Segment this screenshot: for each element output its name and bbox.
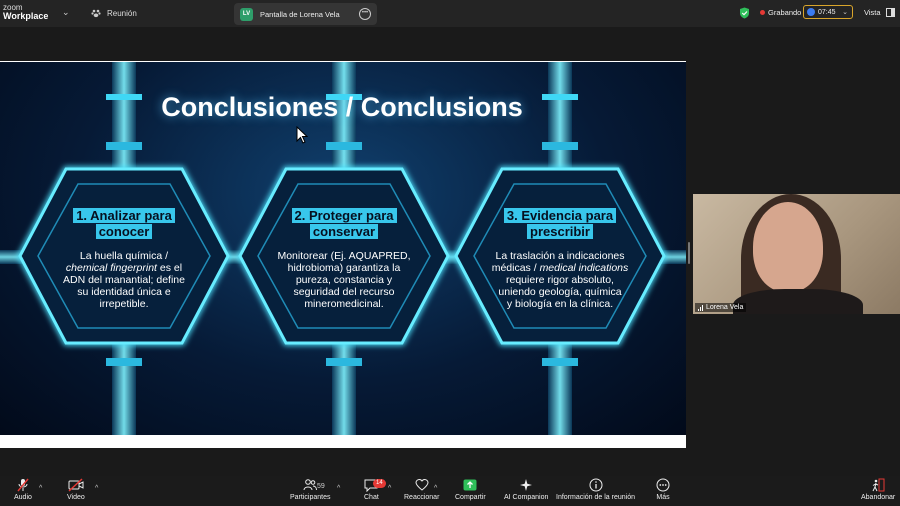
share-tab-label: Pantalla de Lorena Vela bbox=[260, 9, 340, 19]
audio-label: Audio bbox=[14, 494, 32, 501]
sparkle-icon bbox=[520, 479, 533, 491]
ai-companion-label: AI Companion bbox=[504, 494, 549, 501]
participants-options-caret[interactable]: ^ bbox=[337, 485, 340, 492]
card-2-title-line-1: 2. Proteger para bbox=[291, 208, 397, 223]
ai-companion-button[interactable]: AI Companion bbox=[504, 478, 548, 501]
chat-unread-badge: 14 bbox=[373, 479, 386, 488]
recording-label: Grabando bbox=[768, 8, 802, 17]
timer-icon bbox=[807, 8, 815, 16]
presentation-slide: Conclusiones / Conclusions 1. Analizar p… bbox=[0, 62, 686, 435]
card-2-title: 2. Proteger para conservar bbox=[262, 208, 426, 240]
info-icon bbox=[589, 478, 602, 492]
participants-icon bbox=[303, 479, 318, 491]
meeting-tab[interactable]: Reunión bbox=[91, 8, 137, 18]
leave-button[interactable]: Abandonar bbox=[861, 478, 895, 501]
leave-label: Abandonar bbox=[861, 494, 896, 501]
leave-door-icon bbox=[872, 478, 885, 492]
record-dot-icon bbox=[760, 10, 765, 15]
chevron-down-icon[interactable]: ⌄ bbox=[62, 7, 70, 18]
card-3-title-line-1: 3. Evidencia para bbox=[503, 208, 617, 223]
chat-label: Chat bbox=[364, 494, 379, 501]
video-options-caret[interactable]: ^ bbox=[95, 485, 98, 492]
react-label: Reaccionar bbox=[404, 494, 440, 501]
view-label: Vista bbox=[864, 8, 881, 17]
microphone-muted-icon bbox=[17, 478, 29, 492]
participant-video-tile[interactable]: Lorena Vela bbox=[693, 194, 900, 314]
card-1-title-line-1: 1. Analizar para bbox=[73, 208, 175, 223]
meeting-toolbar: Audio ^ Video ^ Participantes 59 ^ Chat … bbox=[0, 476, 900, 506]
shared-screen: Conclusiones / Conclusions 1. Analizar p… bbox=[0, 61, 686, 448]
video-button[interactable]: Video bbox=[67, 478, 85, 501]
meeting-timer[interactable]: 07:45 ⌄ bbox=[803, 5, 853, 19]
participant-name-tag: Lorena Vela bbox=[695, 303, 747, 312]
timer-value: 07:45 bbox=[818, 8, 836, 16]
react-options-caret[interactable]: ^ bbox=[434, 485, 437, 492]
audio-button[interactable]: Audio bbox=[14, 478, 32, 501]
card-1-title: 1. Analizar para conocer bbox=[44, 208, 204, 240]
screen-share-tab[interactable]: LV Pantalla de Lorena Vela ••• bbox=[234, 3, 377, 25]
card-1-title-line-2: conocer bbox=[95, 224, 153, 239]
share-avatar-badge: LV bbox=[240, 7, 253, 21]
participants-label: Participantes bbox=[290, 494, 331, 501]
brand-workplace: Workplace bbox=[3, 11, 49, 21]
participants-count: 59 bbox=[317, 483, 325, 490]
app-brand: zoom Workplace bbox=[3, 3, 48, 21]
card-1-body: La huella química / chemical fingerprint… bbox=[63, 250, 185, 310]
mouse-cursor-icon bbox=[296, 126, 308, 144]
participant-video-shoulders bbox=[733, 289, 863, 314]
video-label: Video bbox=[67, 494, 85, 501]
card-3-title: 3. Evidencia para prescribir bbox=[478, 208, 642, 240]
more-button[interactable]: Más bbox=[656, 478, 670, 501]
paw-icon bbox=[91, 9, 101, 18]
participant-video-face bbox=[753, 202, 823, 292]
more-dots-icon bbox=[656, 478, 670, 492]
heart-icon bbox=[415, 478, 429, 491]
share-screen-icon bbox=[463, 479, 477, 491]
meeting-info-button[interactable]: Información de la reunión bbox=[556, 478, 635, 501]
meeting-info-label: Información de la reunión bbox=[556, 494, 635, 501]
slide-title: Conclusiones / Conclusions bbox=[161, 92, 523, 122]
card-2-title-line-2: conservar bbox=[309, 224, 379, 239]
card-3-body: La traslación a indicaciones médicas / m… bbox=[491, 250, 629, 310]
camera-muted-icon bbox=[68, 478, 84, 492]
more-label: Más bbox=[656, 494, 670, 501]
card-3-title-line-2: prescribir bbox=[527, 224, 593, 239]
share-label: Compartir bbox=[455, 494, 486, 501]
share-screen-button[interactable]: Compartir bbox=[455, 478, 486, 501]
splitter-handle[interactable] bbox=[688, 242, 690, 264]
view-layout-icon bbox=[885, 8, 895, 17]
chat-options-caret[interactable]: ^ bbox=[388, 485, 391, 492]
audio-options-caret[interactable]: ^ bbox=[39, 485, 42, 492]
more-options-icon[interactable]: ••• bbox=[359, 8, 371, 20]
chevron-down-icon: ⌄ bbox=[842, 9, 848, 16]
shield-check-icon[interactable] bbox=[739, 7, 750, 19]
signal-strength-icon bbox=[698, 304, 703, 311]
recording-indicator[interactable]: Grabando bbox=[760, 8, 801, 17]
view-button[interactable]: Vista bbox=[864, 8, 895, 17]
card-2-body: Monitorear (Ej. AQUAPRED, hidrobioma) ga… bbox=[277, 250, 411, 310]
participant-name: Lorena Vela bbox=[706, 304, 744, 311]
top-bar: zoom Workplace ⌄ Reunión LV Pantalla de … bbox=[0, 0, 900, 27]
meeting-tab-label: Reunión bbox=[107, 8, 137, 18]
